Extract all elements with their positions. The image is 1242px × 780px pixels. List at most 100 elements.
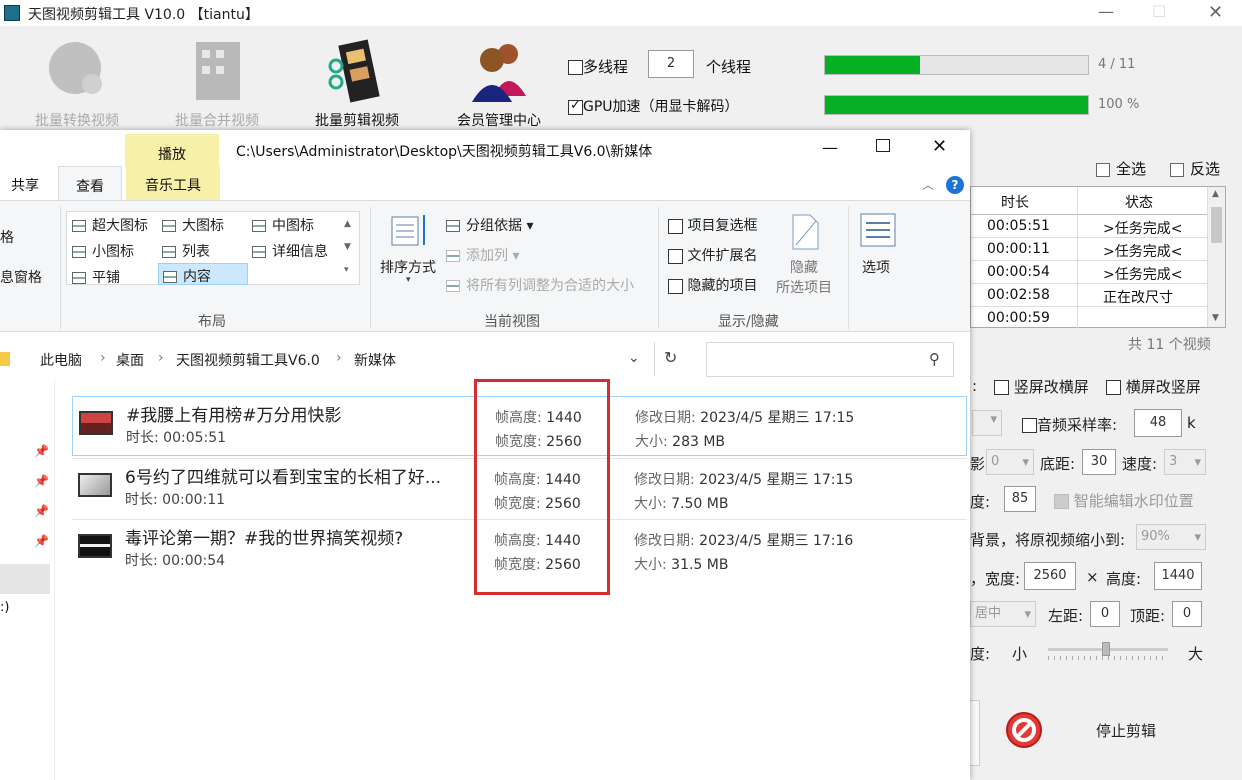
layout-details[interactable]: 详细信息 [252, 241, 328, 261]
pin-icon[interactable]: 📌 [34, 534, 49, 548]
file-extension-option[interactable]: 文件扩展名 [668, 245, 757, 265]
thread-count-input[interactable]: 2 [648, 50, 694, 78]
explorer-minimize-icon[interactable]: — [822, 138, 838, 157]
stop-icon[interactable] [1004, 710, 1044, 750]
pin-icon[interactable]: 📌 [34, 474, 49, 488]
options-button[interactable]: 选项 [862, 257, 890, 277]
layout-list[interactable]: 列表 [162, 241, 210, 261]
layout-content[interactable]: 内容 [158, 263, 248, 285]
item-checkbox-toggle[interactable] [668, 218, 683, 234]
breadcrumb-chevron-icon[interactable]: › [336, 350, 342, 366]
height-input[interactable]: 1440 [1154, 562, 1202, 590]
watermark-dropdown[interactable] [972, 410, 1002, 436]
scroll-up-icon[interactable]: ▲ [1212, 189, 1219, 199]
collapse-ribbon-icon[interactable]: ︿ [922, 176, 934, 193]
file-extension-toggle[interactable] [668, 248, 683, 264]
row-duration: 00:00:11 [987, 241, 1050, 257]
scroll-down-icon[interactable]: ▼ [1212, 313, 1219, 323]
table-row[interactable]: 00:02:58 正在改尺寸 [971, 284, 1207, 307]
gpu-checkbox[interactable] [568, 98, 583, 115]
refresh-icon[interactable]: ↻ [664, 348, 677, 367]
pin-icon[interactable]: 📌 [34, 504, 49, 518]
audio-rate-option[interactable]: 音频采样率: [1022, 414, 1117, 435]
nav-drive-item[interactable]: :) [0, 600, 9, 615]
hidden-items-toggle[interactable] [668, 278, 683, 294]
slider-thumb[interactable] [1102, 642, 1110, 656]
layout-small-icons[interactable]: 小图标 [72, 241, 134, 261]
h2v-checkbox[interactable] [1106, 380, 1121, 395]
bottom-margin-input[interactable]: 30 [1082, 449, 1116, 475]
table-row[interactable]: 00:00:54 >任务完成< [971, 261, 1207, 284]
batch-convert-button[interactable]: 批量转换视频 [22, 38, 132, 129]
gallery-scroll-icons[interactable]: ▲ ▼ ▾ [344, 213, 351, 282]
minimize-icon[interactable]: — [1098, 2, 1114, 21]
close-icon[interactable]: ✕ [1208, 2, 1223, 23]
tab-share[interactable]: 共享 [0, 166, 50, 200]
layout-large-icons[interactable]: 大图标 [162, 215, 224, 235]
tab-music-tools[interactable]: 音乐工具 [126, 166, 220, 200]
tab-view[interactable]: 查看 [58, 166, 122, 201]
table-row[interactable]: 00:05:51 >任务完成< [971, 215, 1207, 238]
invert-select-button[interactable]: 反选 [1170, 158, 1220, 179]
tab-playback[interactable]: 播放 [125, 134, 219, 168]
table-scrollbar[interactable]: ▲ ▼ [1207, 187, 1225, 327]
breadcrumb-new-media[interactable]: 新媒体 [354, 350, 396, 370]
member-center-button[interactable]: 会员管理中心 [444, 38, 554, 129]
row-duration: 00:02:58 [987, 287, 1050, 303]
nav-selected-item[interactable] [0, 564, 50, 594]
fit-columns-button[interactable]: 将所有列调整为合适的大小 [446, 275, 634, 295]
hide-selected-button[interactable]: 隐藏 [790, 257, 818, 277]
align-dropdown[interactable]: 居中 [970, 601, 1036, 627]
left-margin-input[interactable]: 0 [1090, 601, 1120, 627]
explorer-close-icon[interactable]: ✕ [932, 136, 947, 157]
pane-item-grid[interactable]: 格 [0, 227, 14, 247]
breadcrumb-chevron-icon[interactable]: › [100, 350, 106, 366]
sort-by-button[interactable]: 排序方式 [380, 257, 436, 277]
add-column-button[interactable]: 添加列 ▾ [446, 245, 519, 265]
audio-rate-input[interactable]: 48 [1134, 409, 1182, 437]
speed-dropdown[interactable]: 3 [1164, 449, 1206, 475]
opacity-input[interactable]: 85 [1004, 486, 1036, 512]
batch-merge-button[interactable]: 批量合并视频 [162, 38, 272, 129]
landscape-to-portrait-option[interactable]: 横屏改竖屏 [1106, 376, 1201, 397]
layout-extra-large-icons[interactable]: 超大图标 [72, 215, 148, 235]
breadcrumb-this-pc[interactable]: 此电脑 [40, 350, 82, 370]
breadcrumb-tiantu-folder[interactable]: 天图视频剪辑工具V6.0 [176, 350, 320, 370]
size-slider[interactable] [1048, 642, 1168, 664]
file-name: 毒评论第一期？#我的世界搞笑视频? [125, 529, 404, 549]
breadcrumb-desktop[interactable]: 桌面 [116, 350, 144, 370]
shadow-dropdown[interactable]: 0 [986, 449, 1034, 475]
multithread-option[interactable]: 多线程 [568, 56, 628, 77]
group-by-button[interactable]: 分组依据 ▾ [446, 215, 533, 235]
layout-medium-icons[interactable]: 中图标 [252, 215, 314, 235]
search-input[interactable]: ⚲ [706, 342, 954, 377]
smart-watermark-button[interactable]: 智能编辑水印位置 [1054, 490, 1194, 511]
portrait-to-landscape-option[interactable]: 竖屏改横屏 [994, 376, 1089, 397]
help-icon[interactable]: ? [946, 176, 964, 194]
start-button[interactable] [970, 700, 980, 766]
multithread-checkbox[interactable] [568, 60, 583, 75]
batch-edit-button[interactable]: 批量剪辑视频 [302, 38, 412, 129]
layout-tiles[interactable]: 平铺 [72, 267, 120, 287]
task-table[interactable]: 时长 状态 00:05:51 >任务完成< 00:00:11 >任务完成< 00:0… [970, 186, 1226, 330]
explorer-maximize-icon[interactable] [876, 139, 890, 152]
stop-edit-button[interactable]: 停止剪辑 [1096, 720, 1156, 741]
v2h-checkbox[interactable] [994, 380, 1009, 395]
item-checkbox-option[interactable]: 项目复选框 [668, 215, 757, 235]
smart-watermark-checkbox[interactable] [1054, 494, 1069, 509]
batch-merge-label: 批量合并视频 [175, 113, 259, 129]
pin-icon[interactable]: 📌 [34, 444, 49, 458]
audio-rate-checkbox[interactable] [1022, 418, 1037, 433]
gpu-option[interactable]: GPU加速（用显卡解码） [568, 96, 739, 116]
pane-item-details[interactable]: 息窗格 [0, 267, 42, 287]
address-history-dropdown-icon[interactable]: ⌄ [628, 350, 640, 366]
group-by-label: 分组依据 [466, 218, 522, 234]
table-row[interactable]: 00:00:11 >任务完成< [971, 238, 1207, 261]
table-row[interactable]: 00:00:59 [971, 307, 1207, 330]
hidden-items-option[interactable]: 隐藏的项目 [668, 275, 757, 295]
select-all-button[interactable]: 全选 [1096, 158, 1146, 179]
width-input[interactable]: 2560 [1024, 562, 1076, 590]
top-margin-input[interactable]: 0 [1172, 601, 1202, 627]
shrink-dropdown[interactable]: 90% [1136, 524, 1206, 550]
breadcrumb-chevron-icon[interactable]: › [158, 350, 164, 366]
